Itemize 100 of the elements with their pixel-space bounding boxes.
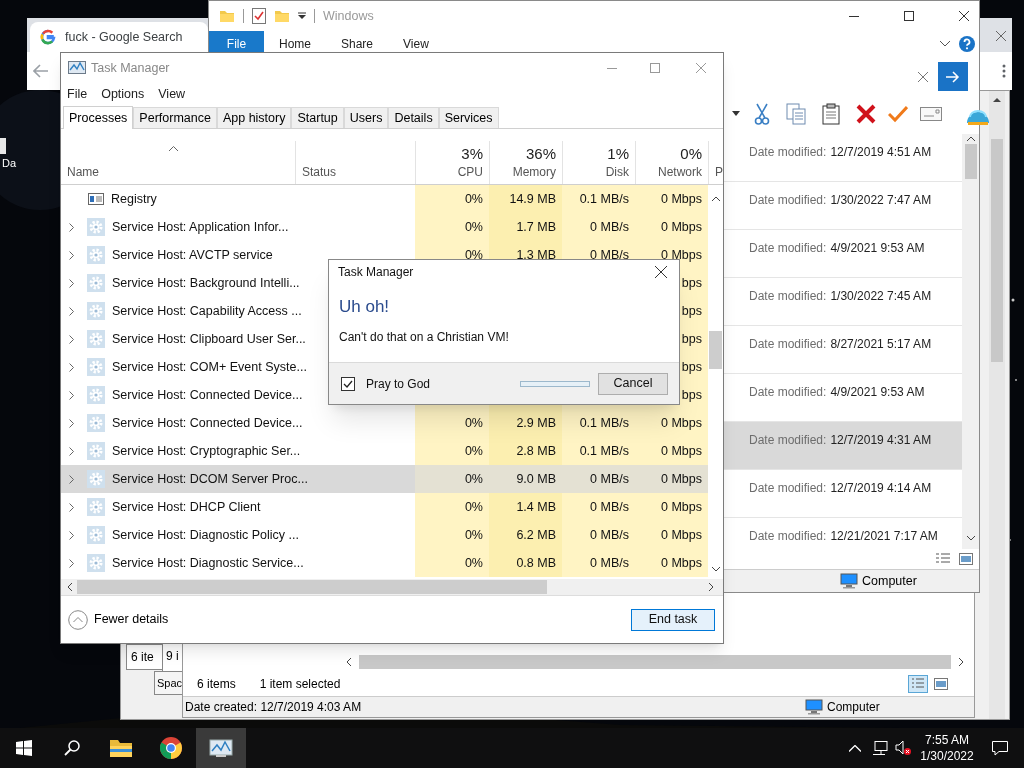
dropdown-icon[interactable] bbox=[732, 111, 740, 116]
chevron-right-icon[interactable] bbox=[69, 306, 74, 316]
column-header[interactable]: Name bbox=[67, 164, 295, 180]
taskbar-app[interactable] bbox=[196, 728, 246, 768]
dropdown-icon[interactable] bbox=[298, 12, 306, 20]
go-button[interactable] bbox=[938, 62, 968, 91]
sort-up-icon[interactable] bbox=[169, 146, 178, 151]
tab[interactable]: Services bbox=[438, 107, 499, 128]
desktop-icon-label[interactable]: Da bbox=[2, 158, 17, 169]
chevron-right-icon[interactable] bbox=[69, 278, 74, 288]
chevron-right-icon[interactable] bbox=[69, 362, 74, 372]
scroll-down-icon[interactable] bbox=[711, 567, 720, 572]
scroll-left-icon[interactable] bbox=[67, 583, 72, 591]
chevron-right-icon[interactable] bbox=[69, 446, 74, 456]
scissors-icon[interactable] bbox=[754, 102, 770, 125]
back-arrow-icon[interactable] bbox=[33, 64, 49, 78]
scroll-up-icon[interactable] bbox=[711, 196, 720, 201]
clear-icon[interactable] bbox=[918, 72, 928, 82]
tab[interactable]: Startup bbox=[291, 107, 344, 128]
tab[interactable]: App history bbox=[216, 107, 292, 128]
scrollbar-thumb[interactable] bbox=[964, 144, 977, 179]
ribbon-tab[interactable]: View bbox=[388, 31, 444, 56]
column-header[interactable]: CPU bbox=[457, 164, 483, 180]
table-row[interactable]: Service Host: DCOM Server Proc... 0% 9.0 MB 0 MB/s 0 Mbps bbox=[61, 465, 708, 493]
ribbon-tab[interactable]: Home bbox=[264, 31, 326, 56]
scrollbar-thumb[interactable] bbox=[709, 331, 722, 369]
table-cell-text: 0.1 MB/s bbox=[579, 414, 629, 432]
scroll-up-icon[interactable] bbox=[993, 97, 1001, 102]
column-header[interactable]: Disk bbox=[605, 164, 629, 180]
chevron-right-icon[interactable] bbox=[69, 250, 74, 260]
tab[interactable]: Processes bbox=[63, 106, 134, 129]
table-row[interactable]: Service Host: Cryptographic Ser... 0% 2.8 MB 0.1 MB/s 0 Mbps bbox=[61, 437, 708, 465]
table-row[interactable]: Service Host: Application Infor... 0% 1.7 MB 0 MB/s 0 Mbps bbox=[61, 213, 708, 241]
scrollbar-thumb[interactable] bbox=[991, 139, 1003, 362]
scrollbar-thumb[interactable] bbox=[359, 655, 951, 669]
scrollbar[interactable] bbox=[962, 134, 979, 549]
details-view-icon[interactable] bbox=[908, 674, 928, 693]
chevron-right-icon[interactable] bbox=[69, 222, 74, 232]
menu-icon[interactable] bbox=[1002, 64, 1006, 78]
preview-view-icon[interactable] bbox=[934, 677, 948, 690]
ribbon-tab[interactable]: Share bbox=[326, 31, 389, 56]
show-hidden-icons-icon[interactable] bbox=[849, 744, 861, 752]
envelope-icon[interactable] bbox=[920, 106, 942, 121]
tab[interactable]: Users bbox=[343, 107, 389, 128]
table-row[interactable]: Service Host: Diagnostic Service... 0% 0.8 MB 0 MB/s 0 Mbps bbox=[61, 549, 708, 577]
expand-ribbon-icon[interactable] bbox=[940, 40, 950, 47]
table-row[interactable]: Service Host: DHCP Client 0% 1.4 MB 0 MB/s 0 Mbps bbox=[61, 493, 708, 521]
chevron-right-icon[interactable] bbox=[69, 390, 74, 400]
chevron-right-icon[interactable] bbox=[69, 558, 74, 568]
checkbox[interactable] bbox=[341, 376, 355, 391]
chevron-right-icon[interactable] bbox=[69, 418, 74, 428]
fewer-details-button[interactable]: Fewer details bbox=[68, 609, 169, 630]
network-icon[interactable] bbox=[872, 740, 888, 756]
browser-tab[interactable]: fuck - Google Search bbox=[30, 22, 208, 52]
list-item[interactable]: Date modified: 12/7/2019 4:31 AM bbox=[724, 422, 962, 470]
table-row[interactable]: Registry 0% 14.9 MB 0.1 MB/s 0 Mbps bbox=[61, 185, 708, 213]
field-label: Date modified: bbox=[749, 288, 827, 302]
chevron-right-icon[interactable] bbox=[69, 334, 74, 344]
cancel-button[interactable]: Cancel bbox=[598, 372, 668, 395]
maximize-icon[interactable] bbox=[904, 11, 914, 21]
notifications-icon[interactable] bbox=[992, 740, 1008, 756]
table-cell-text: 0 MB/s bbox=[590, 246, 629, 264]
preview-view-icon[interactable] bbox=[959, 553, 973, 565]
checkmark-icon[interactable] bbox=[888, 104, 908, 123]
column-header[interactable]: Status bbox=[302, 164, 415, 180]
end-task-button[interactable]: End task bbox=[631, 608, 715, 631]
delete-icon[interactable] bbox=[856, 103, 876, 124]
column-header[interactable]: P bbox=[715, 164, 723, 180]
scroll-up-icon[interactable] bbox=[966, 136, 975, 141]
table-row[interactable]: Service Host: Diagnostic Policy ... 0% 6.2 MB 0 MB/s 0 Mbps bbox=[61, 521, 708, 549]
table-cell-text: 0 Mbps bbox=[661, 554, 702, 572]
close-icon[interactable] bbox=[655, 266, 667, 278]
paste-icon[interactable] bbox=[822, 102, 840, 125]
table-cell-text: 2.9 MB bbox=[516, 414, 556, 432]
tab[interactable]: Details bbox=[388, 107, 439, 128]
chevron-right-icon[interactable] bbox=[69, 530, 74, 540]
scroll-down-icon[interactable] bbox=[966, 536, 975, 541]
tab[interactable]: Performance bbox=[133, 107, 217, 128]
scrollbar-thumb[interactable] bbox=[77, 580, 547, 594]
menu-item[interactable]: View bbox=[158, 84, 186, 104]
field-value: 8/27/2021 5:17 AM bbox=[830, 336, 932, 350]
scrollbar[interactable] bbox=[989, 91, 1005, 719]
table-row[interactable]: Service Host: Connected Device... 0% 2.9 MB 0.1 MB/s 0 Mbps bbox=[61, 409, 708, 437]
column-header[interactable]: Memory bbox=[512, 164, 556, 180]
scroll-left-icon[interactable] bbox=[346, 658, 351, 666]
volume-muted-icon[interactable] bbox=[895, 740, 911, 756]
scrollbar[interactable] bbox=[61, 579, 723, 596]
clock[interactable]: 7:55 AM 1/30/2022 bbox=[919, 732, 975, 764]
scroll-right-icon[interactable] bbox=[959, 658, 964, 666]
properties-icon[interactable] bbox=[252, 8, 266, 24]
chevron-right-icon[interactable] bbox=[69, 474, 74, 484]
column-header[interactable]: Network bbox=[658, 164, 702, 180]
search-icon bbox=[64, 740, 80, 756]
scroll-right-icon[interactable] bbox=[709, 583, 714, 591]
close-icon[interactable] bbox=[959, 11, 969, 21]
menu-item[interactable]: File bbox=[67, 84, 88, 104]
window-title: Windows bbox=[323, 7, 374, 25]
chevron-right-icon[interactable] bbox=[69, 502, 74, 512]
help-icon[interactable] bbox=[959, 35, 975, 52]
menu-item[interactable]: Options bbox=[101, 84, 145, 104]
